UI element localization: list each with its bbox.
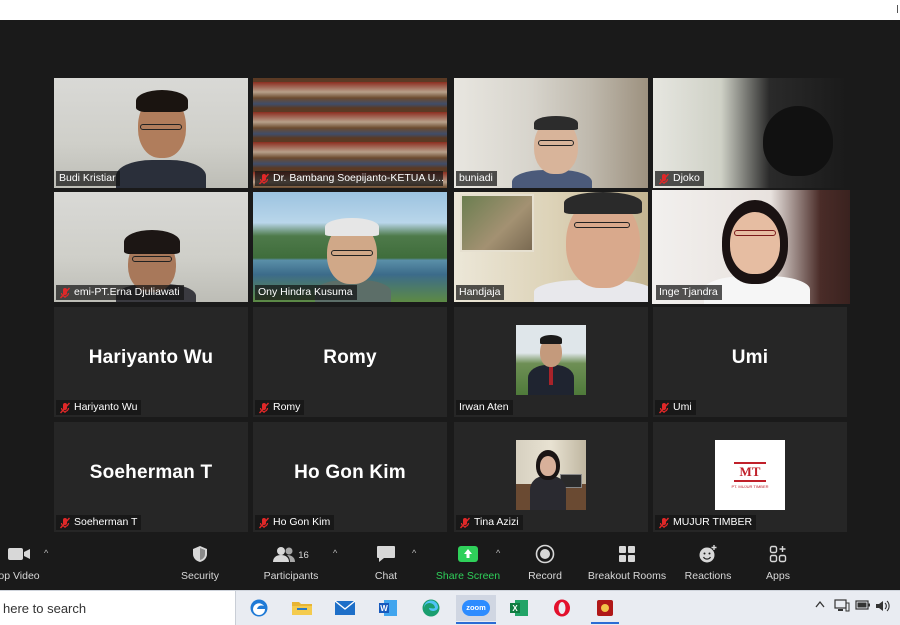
share-screen-icon — [457, 545, 479, 566]
window-edge-mark — [897, 5, 898, 13]
chat-bubble-icon — [376, 545, 396, 566]
participant-tile[interactable]: Handjaja — [454, 192, 648, 302]
logo-caption: PT. MUJUR TIMBER — [731, 484, 769, 489]
participant-name-label: Umi — [655, 400, 696, 415]
shield-icon — [192, 545, 208, 566]
participant-display-name: Umi — [731, 347, 769, 368]
show-hidden-icons-chevron[interactable] — [815, 599, 825, 611]
file-explorer-icon[interactable] — [288, 595, 316, 621]
game-icon[interactable] — [591, 595, 619, 621]
participant-name-label: Romy — [255, 400, 305, 415]
muted-microphone-icon — [258, 402, 270, 414]
active-speaker-tile[interactable]: Inge Tjandra — [652, 190, 850, 304]
participant-name-label: Hariyanto Wu — [56, 400, 142, 415]
video-options-caret[interactable]: ^ — [44, 548, 48, 558]
reactions-button[interactable]: Reactions — [682, 544, 734, 582]
breakout-rooms-icon — [618, 545, 636, 566]
participant-name-label: Budi Kristiar — [56, 171, 120, 186]
edge-icon[interactable] — [417, 595, 445, 621]
participant-name-label: Ony Hindra Kusuma — [255, 285, 357, 300]
stop-video-button[interactable]: op Video — [0, 544, 44, 582]
muted-microphone-icon — [459, 517, 471, 529]
participant-display-name: Hariyanto Wu — [88, 347, 214, 368]
excel-icon[interactable]: X — [505, 595, 533, 621]
video-camera-icon — [7, 546, 31, 565]
windows-taskbar: here to search W zoom X — [0, 590, 900, 625]
record-icon — [535, 544, 555, 567]
apps-icon — [769, 545, 787, 566]
participant-tile[interactable]: buniadi — [454, 78, 648, 188]
participant-name-label: buniadi — [456, 171, 497, 186]
taskbar-search-box[interactable]: here to search — [0, 591, 236, 625]
participants-icon — [273, 546, 296, 565]
muted-microphone-icon — [59, 402, 71, 414]
profile-picture — [516, 440, 586, 510]
participants-button[interactable]: 16 Participants — [258, 544, 324, 582]
battery-icon[interactable] — [855, 599, 871, 614]
participant-tile[interactable]: Tina Azizi — [454, 422, 648, 532]
muted-microphone-icon — [658, 402, 670, 414]
participant-tile[interactable]: Djoko — [653, 78, 847, 188]
zoom-taskbar-button[interactable]: zoom — [456, 595, 496, 621]
chat-button[interactable]: Chat — [366, 544, 406, 582]
share-options-caret[interactable]: ^ — [496, 548, 500, 558]
participant-tile[interactable]: emi-PT.Erna Djuliawati — [54, 192, 248, 302]
zoom-icon: zoom — [462, 600, 490, 616]
participant-tile[interactable]: Soeherman T Soeherman T — [54, 422, 248, 532]
record-button[interactable]: Record — [525, 544, 565, 582]
apps-button[interactable]: Apps — [760, 544, 796, 582]
participants-options-caret[interactable]: ^ — [333, 548, 337, 558]
mail-icon[interactable] — [331, 595, 359, 621]
participant-tile[interactable]: Romy Romy — [253, 307, 447, 417]
participant-name-label: Handjaja — [456, 285, 505, 300]
participant-tile[interactable]: Ho Gon Kim Ho Gon Kim — [253, 422, 447, 532]
participant-name-label: Irwan Aten — [456, 400, 513, 415]
security-button[interactable]: Security — [176, 544, 224, 582]
participant-display-name: Soeherman T — [89, 462, 213, 483]
participant-name-label: Djoko — [655, 171, 704, 186]
participant-name-label: Soeherman T — [56, 515, 142, 530]
participant-name-label: Tina Azizi — [456, 515, 523, 530]
muted-microphone-icon — [658, 517, 670, 529]
muted-microphone-icon — [59, 287, 71, 299]
edge-legacy-icon[interactable] — [245, 595, 273, 621]
participant-name-label: Inge Tjandra — [656, 285, 722, 300]
company-logo: MT PT. MUJUR TIMBER — [715, 440, 785, 510]
participants-count: 16 — [298, 549, 309, 561]
profile-picture — [516, 325, 586, 395]
participant-name-label: emi-PT.Erna Djuliawati — [56, 285, 184, 300]
participant-name-label: Dr. Bambang Soepijanto-KETUA U... — [255, 171, 443, 186]
window-top-strip — [0, 0, 900, 20]
participant-display-name: Romy — [323, 347, 377, 368]
chat-options-caret[interactable]: ^ — [412, 548, 416, 558]
muted-microphone-icon — [59, 517, 71, 529]
opera-icon[interactable] — [548, 595, 576, 621]
participant-tile[interactable]: MT PT. MUJUR TIMBER MUJUR TIMBER — [653, 422, 847, 532]
participant-name-label: MUJUR TIMBER — [655, 515, 757, 530]
running-app-indicator — [591, 622, 619, 624]
participant-tile[interactable]: Budi Kristiar — [54, 78, 248, 188]
meeting-controls-toolbar: op Video ^ Security 16 Participants ^ Ch… — [0, 538, 900, 590]
logo-mark: MT — [733, 462, 767, 482]
participant-tile[interactable]: Hariyanto Wu Hariyanto Wu — [54, 307, 248, 417]
word-icon[interactable]: W — [374, 595, 402, 621]
participant-name-label: Ho Gon Kim — [255, 515, 335, 530]
participant-tile[interactable]: Dr. Bambang Soepijanto-KETUA U... — [253, 78, 447, 188]
gallery-view: Budi Kristiar Dr. Bambang Soepijanto-KET… — [0, 20, 900, 538]
muted-microphone-icon — [258, 517, 270, 529]
participant-tile[interactable]: Ony Hindra Kusuma — [253, 192, 447, 302]
muted-microphone-icon — [658, 173, 670, 185]
breakout-rooms-button[interactable]: Breakout Rooms — [585, 544, 669, 582]
volume-icon[interactable] — [875, 599, 891, 616]
svg-text:X: X — [512, 604, 518, 613]
participant-tile[interactable]: Umi Umi — [653, 307, 847, 417]
share-screen-button[interactable]: Share Screen — [434, 544, 502, 582]
svg-text:W: W — [380, 604, 388, 613]
participant-display-name: Ho Gon Kim — [294, 462, 406, 483]
network-icon[interactable] — [834, 599, 850, 616]
participant-tile[interactable]: Irwan Aten — [454, 307, 648, 417]
active-app-indicator — [456, 622, 496, 624]
muted-microphone-icon — [258, 173, 270, 185]
smiley-plus-icon — [698, 544, 718, 567]
